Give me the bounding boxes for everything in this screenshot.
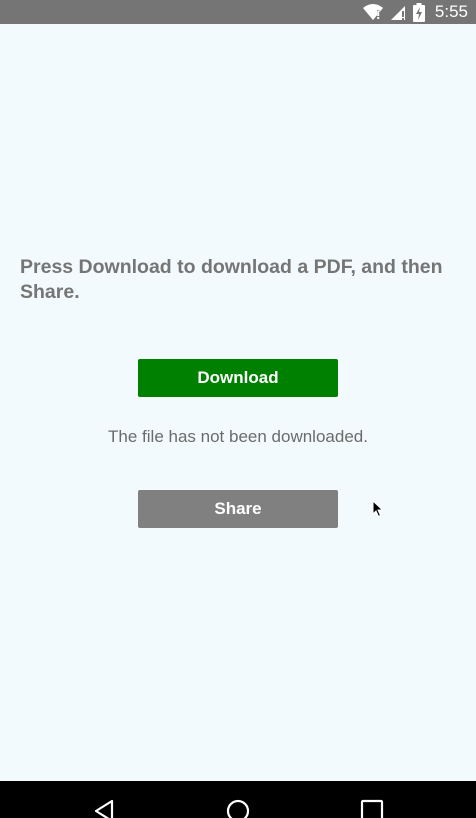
status-time: 5:55	[434, 2, 468, 21]
wifi-icon	[362, 3, 383, 21]
navigation-bar	[0, 781, 476, 818]
back-icon[interactable]	[92, 799, 116, 818]
signal-icon	[389, 3, 407, 21]
mouse-pointer-icon	[372, 499, 384, 523]
download-status-text: The file has not been downloaded.	[108, 427, 368, 446]
main-content: Press Download to download a PDF, and th…	[0, 24, 476, 781]
battery-charging-icon	[412, 2, 425, 22]
instruction-text: Press Download to download a PDF, and th…	[20, 256, 443, 303]
download-button[interactable]: Download	[138, 359, 338, 397]
recents-icon[interactable]	[360, 799, 384, 818]
status-bar: 5:55	[0, 0, 476, 24]
home-icon[interactable]	[226, 799, 250, 818]
share-button[interactable]: Share	[138, 490, 338, 528]
